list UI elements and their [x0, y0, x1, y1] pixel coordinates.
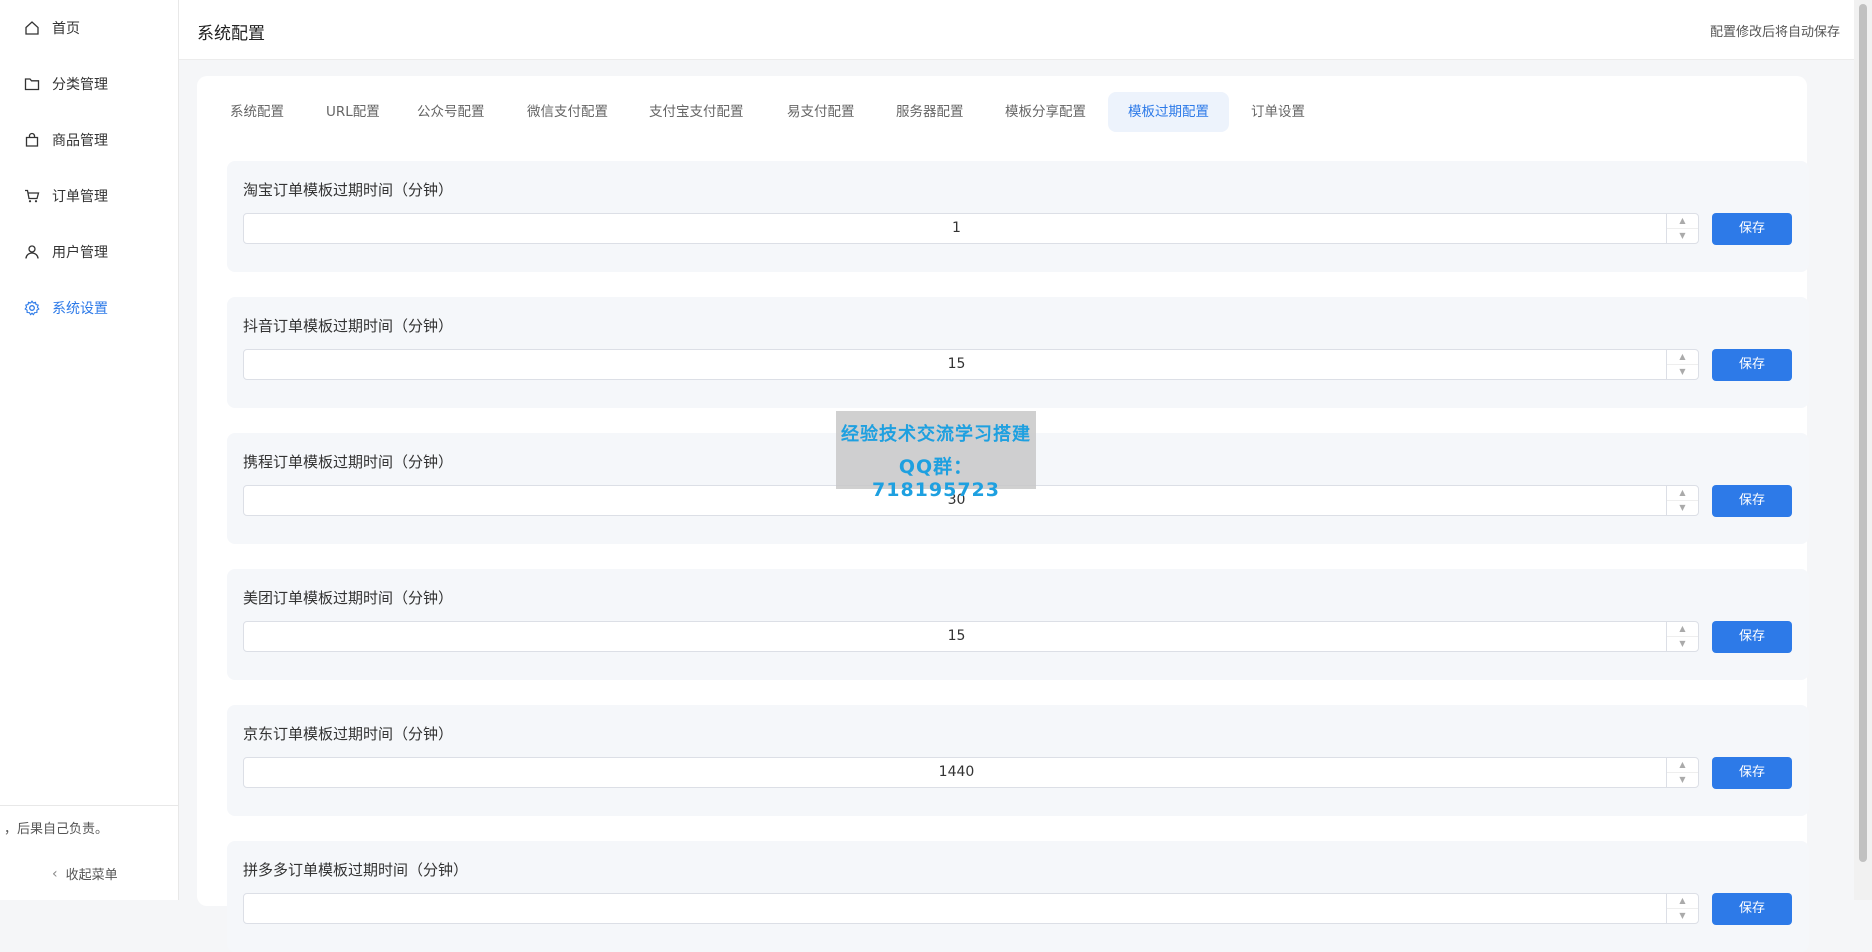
setting-taobao-expiry: 淘宝订单模板过期时间（分钟） 1 ▲ ▼ 保存 [227, 161, 1809, 272]
autosave-note: 配置修改后将自动保存 [1709, 25, 1840, 40]
sidebar-item-products[interactable]: 商品管理 [0, 112, 179, 168]
save-button[interactable]: 保存 [1712, 893, 1792, 925]
setting-jd-expiry: 京东订单模板过期时间（分钟） 1440 ▲ ▼ 保存 [227, 705, 1809, 816]
tab-url-config[interactable]: URL配置 [306, 92, 400, 132]
stepper: ▲ ▼ [1666, 350, 1698, 379]
number-input[interactable]: 15 ▲ ▼ [243, 349, 1699, 380]
tab-order-settings[interactable]: 订单设置 [1231, 92, 1325, 132]
increment-button[interactable]: ▲ [1667, 214, 1698, 229]
sidebar: 首页 分类管理 商品管理 订单管理 用户管理 系统设置 ，后果自己负责。 ‹ 收… [0, 0, 179, 900]
gear-icon [24, 299, 42, 317]
stepper: ▲ ▼ [1666, 622, 1698, 651]
tab-template-share-config[interactable]: 模板分享配置 [985, 92, 1106, 132]
save-button[interactable]: 保存 [1712, 349, 1792, 381]
input-value[interactable] [244, 894, 1669, 923]
setting-douyin-expiry: 抖音订单模板过期时间（分钟） 15 ▲ ▼ 保存 [227, 297, 1809, 408]
setting-label: 淘宝订单模板过期时间（分钟） [243, 181, 454, 199]
number-input[interactable]: 1 ▲ ▼ [243, 213, 1699, 244]
setting-pinduoduo-expiry: 拼多多订单模板过期时间（分钟） ▲ ▼ 保存 [227, 841, 1809, 952]
decrement-button[interactable]: ▼ [1667, 909, 1698, 923]
setting-label: 京东订单模板过期时间（分钟） [243, 725, 454, 743]
stepper: ▲ ▼ [1666, 486, 1698, 515]
sidebar-item-label: 商品管理 [52, 133, 108, 149]
watermark-line1: 经验技术交流学习搭建 [841, 424, 1031, 445]
tab-system-config[interactable]: 系统配置 [210, 92, 304, 132]
increment-button[interactable]: ▲ [1667, 486, 1698, 501]
user-icon [24, 243, 42, 261]
tab-easy-pay-config[interactable]: 易支付配置 [767, 92, 875, 132]
setting-label: 抖音订单模板过期时间（分钟） [243, 317, 454, 335]
sidebar-item-label: 系统设置 [52, 301, 108, 317]
input-value[interactable]: 1440 [244, 758, 1669, 787]
watermark: 经验技术交流学习搭建 QQ群：718195723 [836, 411, 1036, 501]
save-button[interactable]: 保存 [1712, 757, 1792, 789]
cart-icon [24, 187, 42, 205]
decrement-button[interactable]: ▼ [1667, 501, 1698, 515]
decrement-button[interactable]: ▼ [1667, 773, 1698, 787]
number-input[interactable]: ▲ ▼ [243, 893, 1699, 924]
sidebar-item-label: 分类管理 [52, 77, 108, 93]
home-icon [24, 19, 42, 37]
increment-button[interactable]: ▲ [1667, 350, 1698, 365]
header: 系统配置 配置修改后将自动保存 [179, 0, 1854, 60]
scrollbar[interactable] [1854, 0, 1872, 900]
setting-label: 拼多多订单模板过期时间（分钟） [243, 861, 469, 879]
save-button[interactable]: 保存 [1712, 485, 1792, 517]
input-value[interactable]: 15 [244, 350, 1669, 379]
setting-label: 携程订单模板过期时间（分钟） [243, 453, 454, 471]
sidebar-item-label: 首页 [52, 21, 80, 37]
sidebar-divider [0, 805, 179, 806]
tab-bar: 系统配置 URL配置 公众号配置 微信支付配置 支付宝支付配置 易支付配置 服务… [197, 92, 1807, 132]
sidebar-item-home[interactable]: 首页 [0, 0, 179, 56]
save-button[interactable]: 保存 [1712, 621, 1792, 653]
sidebar-item-label: 订单管理 [52, 189, 108, 205]
collapse-menu-label: 收起菜单 [65, 868, 118, 883]
tab-wechat-pay-config[interactable]: 微信支付配置 [507, 92, 628, 132]
watermark-line2: QQ群：718195723 [872, 456, 1000, 501]
increment-button[interactable]: ▲ [1667, 758, 1698, 773]
stepper: ▲ ▼ [1666, 214, 1698, 243]
input-value[interactable]: 1 [244, 214, 1669, 243]
tab-template-expiry-config[interactable]: 模板过期配置 [1108, 92, 1229, 132]
collapse-menu-button[interactable]: ‹ 收起菜单 [52, 864, 118, 884]
decrement-button[interactable]: ▼ [1667, 229, 1698, 243]
stepper: ▲ ▼ [1666, 894, 1698, 923]
number-input[interactable]: 15 ▲ ▼ [243, 621, 1699, 652]
sidebar-item-users[interactable]: 用户管理 [0, 224, 179, 280]
sidebar-item-category[interactable]: 分类管理 [0, 56, 179, 112]
decrement-button[interactable]: ▼ [1667, 365, 1698, 379]
sidebar-notice: ，后果自己负责。 [4, 822, 109, 837]
setting-meituan-expiry: 美团订单模板过期时间（分钟） 15 ▲ ▼ 保存 [227, 569, 1809, 680]
sidebar-item-system-settings[interactable]: 系统设置 [0, 280, 179, 336]
tab-official-account-config[interactable]: 公众号配置 [397, 92, 505, 132]
folder-icon [24, 75, 42, 93]
tab-alipay-config[interactable]: 支付宝支付配置 [629, 92, 764, 132]
increment-button[interactable]: ▲ [1667, 894, 1698, 909]
save-button[interactable]: 保存 [1712, 213, 1792, 245]
tab-server-config[interactable]: 服务器配置 [876, 92, 984, 132]
chevron-left-icon: ‹ [52, 865, 58, 882]
stepper: ▲ ▼ [1666, 758, 1698, 787]
sidebar-item-orders[interactable]: 订单管理 [0, 168, 179, 224]
page-title: 系统配置 [197, 24, 265, 44]
input-value[interactable]: 15 [244, 622, 1669, 651]
setting-label: 美团订单模板过期时间（分钟） [243, 589, 454, 607]
increment-button[interactable]: ▲ [1667, 622, 1698, 637]
decrement-button[interactable]: ▼ [1667, 637, 1698, 651]
number-input[interactable]: 1440 ▲ ▼ [243, 757, 1699, 788]
shopping-bag-icon [24, 131, 42, 149]
sidebar-item-label: 用户管理 [52, 245, 108, 261]
scrollbar-thumb[interactable] [1859, 4, 1867, 862]
